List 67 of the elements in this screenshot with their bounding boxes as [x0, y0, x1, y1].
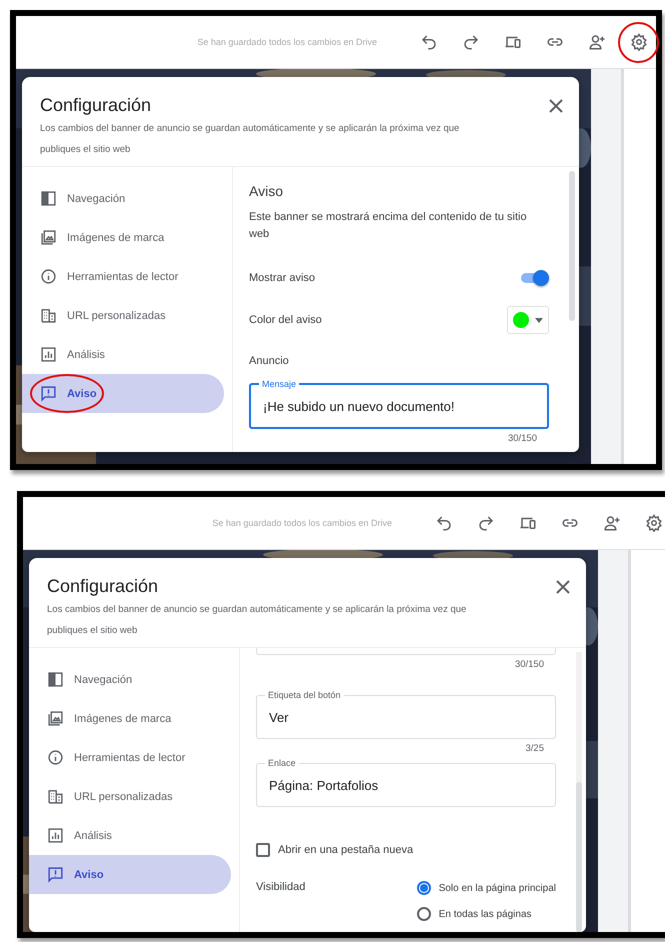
settings-icon	[644, 514, 662, 532]
field-label: Enlace	[265, 757, 299, 769]
sidebar-item[interactable]: Imágenes de marca	[29, 699, 231, 738]
sidebar-item[interactable]: Navegación	[29, 660, 231, 699]
sidebar-item[interactable]: Navegación	[22, 179, 224, 218]
toggle-switch[interactable]	[519, 270, 549, 286]
image-icon	[47, 710, 64, 727]
checkbox[interactable]	[256, 843, 270, 857]
checkbox-label: Abrir en una pestaña nueva	[278, 844, 414, 856]
info-icon	[47, 749, 64, 766]
sidebar-item[interactable]: Aviso	[22, 374, 224, 413]
field-value: Página: Portafolios	[269, 778, 378, 792]
save-status: Se han guardado todos los cambios en Drive	[212, 518, 392, 528]
building-icon	[40, 307, 57, 324]
character-counter: 3/25	[526, 743, 544, 754]
character-counter: 30/150	[508, 433, 537, 444]
add-person-icon	[588, 33, 606, 51]
sidebar-layout-icon	[40, 190, 57, 207]
sidebar-item[interactable]: URL personalizadas	[22, 296, 224, 335]
setting-label: Color del aviso	[249, 314, 322, 326]
setting-label: Visibilidad	[256, 881, 306, 895]
sidebar-item[interactable]: Herramientas de lector	[29, 738, 231, 777]
radio-label: En todas las páginas	[438, 908, 532, 920]
image-icon	[40, 229, 57, 246]
building-icon	[47, 788, 64, 805]
close-icon	[554, 578, 572, 596]
character-counter: 30/150	[514, 659, 544, 670]
sidebar-layout-icon	[47, 671, 64, 688]
field-value: ¡He subido un nuevo documento!	[263, 398, 455, 414]
feedback-icon	[47, 866, 64, 883]
section-label: Anuncio	[249, 355, 290, 367]
sidebar-item[interactable]: URL personalizadas	[29, 777, 231, 816]
feedback-icon	[40, 385, 57, 402]
setting-label: Mostrar aviso	[249, 272, 316, 284]
info-icon	[40, 268, 57, 285]
undo-icon	[434, 514, 452, 532]
add-person-icon	[602, 514, 620, 532]
radio-button[interactable]	[416, 907, 431, 921]
field-value: Ver	[269, 710, 289, 724]
undo-icon	[420, 33, 438, 51]
description-text: Este banner se mostrará encima del contenido de tu sitio web	[249, 210, 528, 242]
radio-label: Solo en la página principal	[438, 882, 556, 894]
radio-button[interactable]	[416, 881, 431, 895]
caret-icon	[535, 318, 543, 322]
close-button[interactable]	[547, 97, 565, 115]
scrollbar[interactable]	[576, 652, 582, 932]
color-dropdown[interactable]	[507, 306, 549, 334]
save-status: Se han guardado todos los cambios en Drive	[197, 37, 377, 47]
field-label: Mensaje	[259, 378, 300, 390]
section-heading: Aviso	[249, 183, 284, 199]
chart-icon	[47, 827, 64, 844]
redo-icon	[476, 514, 494, 532]
sidebar-item[interactable]: Análisis	[22, 335, 224, 374]
sidebar-item[interactable]: Herramientas de lector	[22, 257, 224, 296]
sidebar-item[interactable]: Aviso	[29, 855, 231, 894]
close-icon	[547, 97, 565, 115]
settings-icon	[630, 33, 648, 51]
dialog-subtitle: Los cambios del banner de anuncio se guardan automáticamente y se aplicarán la próxima vez que publiques el sitio web	[47, 603, 468, 638]
sidebar-item[interactable]: Análisis	[29, 816, 231, 855]
field-label: Etiqueta del botón	[265, 689, 344, 701]
sidebar-item[interactable]: Imágenes de marca	[22, 218, 224, 257]
redo-icon	[462, 33, 480, 51]
dialog-subtitle: Los cambios del banner de anuncio se guardan automáticamente y se aplicarán la próxima vez que publiques el sitio web	[40, 122, 460, 157]
chart-icon	[40, 346, 57, 363]
dialog-title: Configuración	[40, 95, 152, 116]
dialog-title: Configuración	[47, 576, 158, 597]
close-button[interactable]	[554, 578, 572, 596]
